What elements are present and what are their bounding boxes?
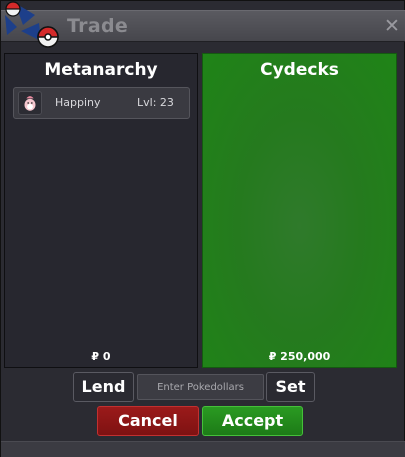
pokeball-logo-icon [5, 1, 59, 48]
pokemon-level: Lvl: 23 [137, 96, 174, 109]
bottom-bar [1, 441, 405, 457]
lend-button[interactable]: Lend [73, 372, 134, 402]
partner-trader-name: Cydecks [260, 60, 339, 80]
my-pokedollars: ₽ 0 [91, 350, 111, 363]
my-trader-name: Metanarchy [44, 60, 158, 80]
cancel-button[interactable]: Cancel [97, 406, 199, 436]
my-offer-panel: Metanarchy Happiny Lvl: 23 ₽ 0 [4, 53, 198, 368]
trade-window: Trade ✕ Metanarchy Happiny Lvl: 23 ₽ 0 C… [0, 0, 405, 457]
happiny-icon [18, 91, 42, 115]
accept-button[interactable]: Accept [202, 406, 303, 436]
close-icon[interactable]: ✕ [382, 16, 402, 36]
partner-offer-panel: Cydecks ₽ 250,000 [202, 53, 397, 368]
partner-pokedollars: ₽ 250,000 [268, 350, 331, 363]
window-title: Trade [67, 15, 129, 37]
pokedollar-input[interactable] [137, 374, 264, 400]
pokemon-name: Happiny [55, 96, 101, 109]
offered-pokemon-item[interactable]: Happiny Lvl: 23 [13, 87, 190, 119]
set-button[interactable]: Set [266, 372, 315, 402]
